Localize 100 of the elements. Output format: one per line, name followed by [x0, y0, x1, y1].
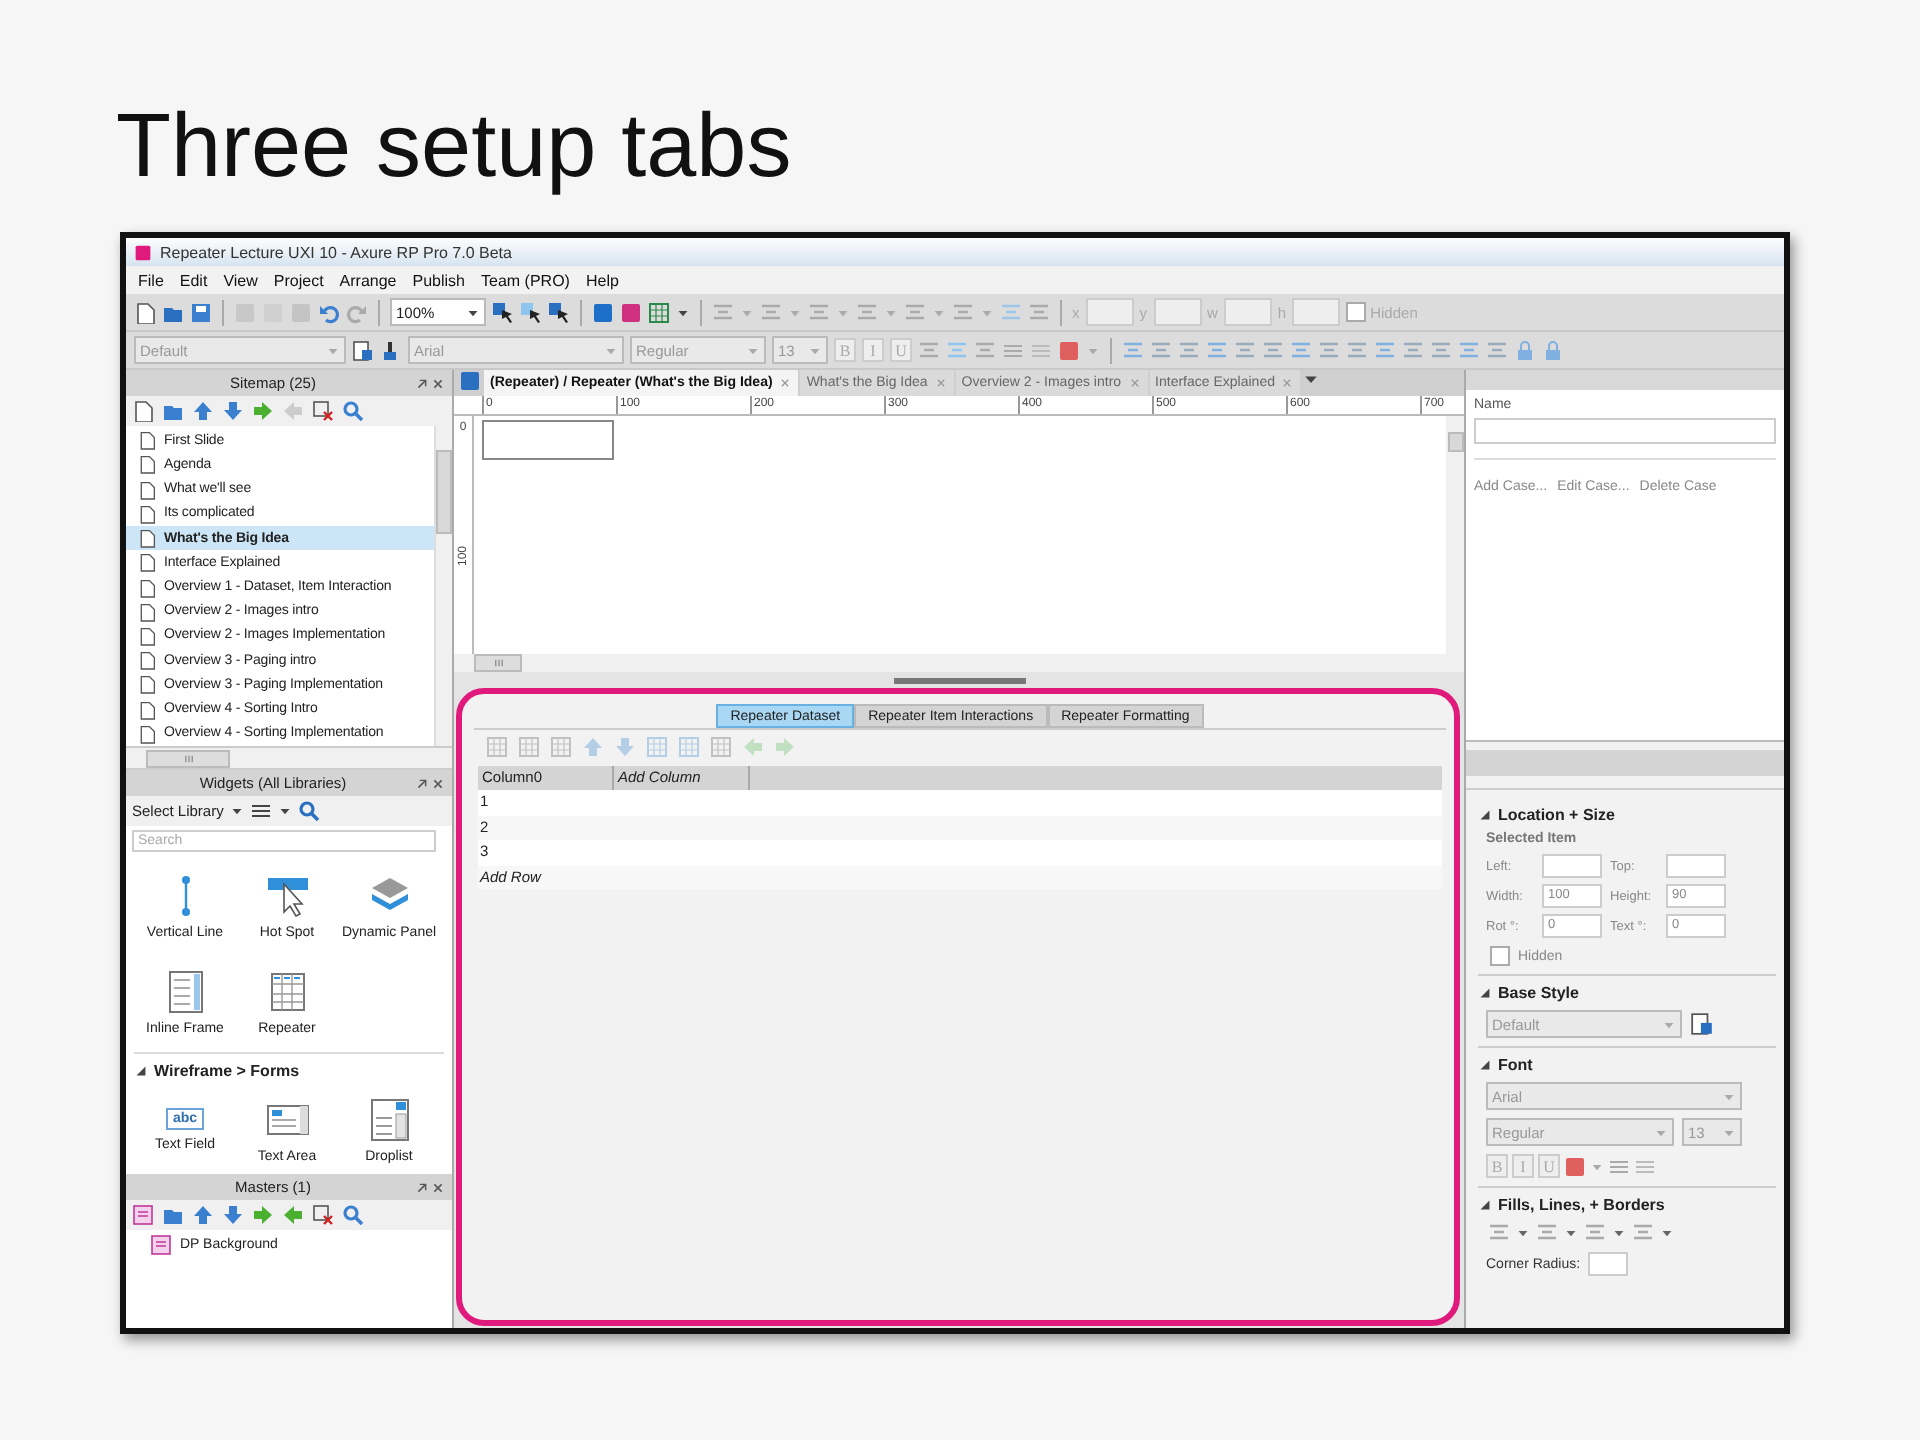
close-icon[interactable] — [430, 1179, 446, 1195]
name-field[interactable] — [1474, 418, 1776, 444]
caret-icon[interactable] — [1612, 1226, 1626, 1240]
value-field[interactable] — [1666, 854, 1726, 878]
page-icon[interactable] — [138, 503, 156, 524]
menu-item[interactable]: Project — [267, 271, 330, 289]
align-icon[interactable] — [918, 339, 940, 361]
arrange-icon[interactable] — [1206, 339, 1228, 361]
caret-icon[interactable] — [1516, 1226, 1530, 1240]
close-icon[interactable] — [778, 376, 793, 390]
arrow-up-icon[interactable] — [192, 1204, 214, 1226]
arrow-down-icon[interactable] — [614, 735, 636, 757]
list-icon[interactable] — [1002, 339, 1024, 361]
page-icon[interactable] — [138, 528, 156, 549]
close-icon[interactable] — [430, 375, 446, 391]
page-icon[interactable] — [138, 699, 156, 720]
folder-icon[interactable] — [162, 400, 184, 422]
vertical-scrollbar[interactable] — [434, 426, 452, 746]
expander-icon[interactable] — [1478, 808, 1492, 822]
add-master-icon[interactable] — [132, 1204, 154, 1226]
format-icon[interactable] — [856, 301, 878, 323]
lock-icon[interactable] — [1542, 339, 1564, 361]
arrange-icon[interactable] — [1178, 339, 1200, 361]
add-page-icon[interactable] — [132, 400, 154, 422]
close-icon[interactable] — [430, 775, 446, 791]
connector-icon[interactable] — [548, 301, 570, 323]
arrange-icon[interactable] — [1150, 339, 1172, 361]
align-icon[interactable] — [1000, 301, 1022, 323]
repeater-widget[interactable] — [482, 420, 614, 460]
corner-radius-field[interactable] — [1588, 1252, 1629, 1276]
list-icon[interactable] — [1608, 1155, 1630, 1177]
arrange-icon[interactable] — [1374, 339, 1396, 361]
expander-icon[interactable] — [1478, 1058, 1492, 1072]
redo-icon[interactable] — [346, 301, 368, 323]
arrange-icon[interactable] — [1234, 339, 1256, 361]
menu-item[interactable]: Publish — [406, 271, 472, 289]
page-icon[interactable] — [138, 479, 156, 500]
master-icon[interactable] — [150, 1234, 172, 1256]
caret-icon[interactable] — [466, 305, 480, 319]
delete-icon[interactable] — [312, 1204, 334, 1226]
arrow-left-icon[interactable] — [282, 400, 304, 422]
hidden-checkbox[interactable] — [1490, 946, 1510, 966]
caret-icon[interactable] — [1564, 1226, 1578, 1240]
hidden-checkbox[interactable] — [1346, 302, 1367, 322]
page-icon[interactable] — [138, 430, 156, 451]
align-icon[interactable] — [974, 339, 996, 361]
table-icon[interactable] — [648, 301, 670, 323]
menu-icon[interactable] — [249, 800, 272, 822]
splitter-handle[interactable] — [893, 678, 1025, 684]
search-icon[interactable] — [297, 800, 320, 822]
arrow-right-icon[interactable] — [252, 400, 274, 422]
arrow-down-icon[interactable] — [222, 400, 244, 422]
format-icon[interactable] — [760, 301, 782, 323]
app-logo-icon[interactable] — [134, 243, 152, 261]
page-icon[interactable] — [138, 625, 156, 646]
pin-icon[interactable] — [414, 775, 430, 791]
style-icon[interactable] — [352, 339, 374, 361]
search-icon[interactable] — [342, 1204, 364, 1226]
save-icon[interactable] — [190, 301, 212, 323]
page-icon[interactable] — [138, 552, 156, 573]
horizontal-scrollbar[interactable] — [126, 748, 452, 770]
format-icon[interactable] — [808, 301, 830, 323]
page-icon[interactable] — [138, 650, 156, 671]
expander-icon[interactable] — [1478, 1198, 1492, 1212]
arrow-up-icon[interactable] — [582, 735, 604, 757]
value-field[interactable] — [1542, 854, 1602, 878]
arrow-left-icon[interactable] — [282, 1204, 304, 1226]
pin-icon[interactable] — [414, 1179, 430, 1195]
arrange-icon[interactable] — [1430, 339, 1452, 361]
menu-item[interactable]: Help — [579, 271, 625, 289]
arrow-right-icon[interactable] — [774, 735, 796, 757]
page-icon[interactable] — [138, 601, 156, 622]
caret-icon[interactable] — [1660, 1226, 1674, 1240]
menu-item[interactable]: View — [217, 271, 264, 289]
caret-icon[interactable] — [676, 305, 690, 319]
arrow-down-icon[interactable] — [222, 1204, 244, 1226]
arrange-icon[interactable] — [1486, 339, 1508, 361]
page-icon[interactable] — [138, 674, 156, 695]
expander-icon[interactable] — [1478, 986, 1492, 1000]
pointer-icon[interactable] — [492, 301, 514, 323]
undo-icon[interactable] — [318, 301, 340, 323]
arrange-icon[interactable] — [1318, 339, 1340, 361]
caret-icon[interactable] — [277, 804, 292, 818]
page-icon[interactable] — [138, 454, 156, 475]
arrow-up-icon[interactable] — [192, 400, 214, 422]
caret-icon[interactable] — [229, 804, 244, 818]
expander-icon[interactable] — [134, 1064, 148, 1078]
pointer-icon[interactable] — [520, 301, 542, 323]
arrow-right-icon[interactable] — [252, 1204, 274, 1226]
style-icon[interactable] — [1690, 1012, 1714, 1036]
delete-icon[interactable] — [312, 400, 334, 422]
arrange-icon[interactable] — [1402, 339, 1424, 361]
format-icon[interactable] — [712, 301, 734, 323]
format-icon[interactable] — [904, 301, 926, 323]
arrange-icon[interactable] — [1262, 339, 1284, 361]
format-icon[interactable] — [952, 301, 974, 323]
document-icon[interactable] — [134, 301, 156, 323]
horizontal-scrollbar[interactable] — [454, 654, 1464, 672]
pin-icon[interactable] — [414, 375, 430, 391]
folder-icon[interactable] — [162, 1204, 184, 1226]
